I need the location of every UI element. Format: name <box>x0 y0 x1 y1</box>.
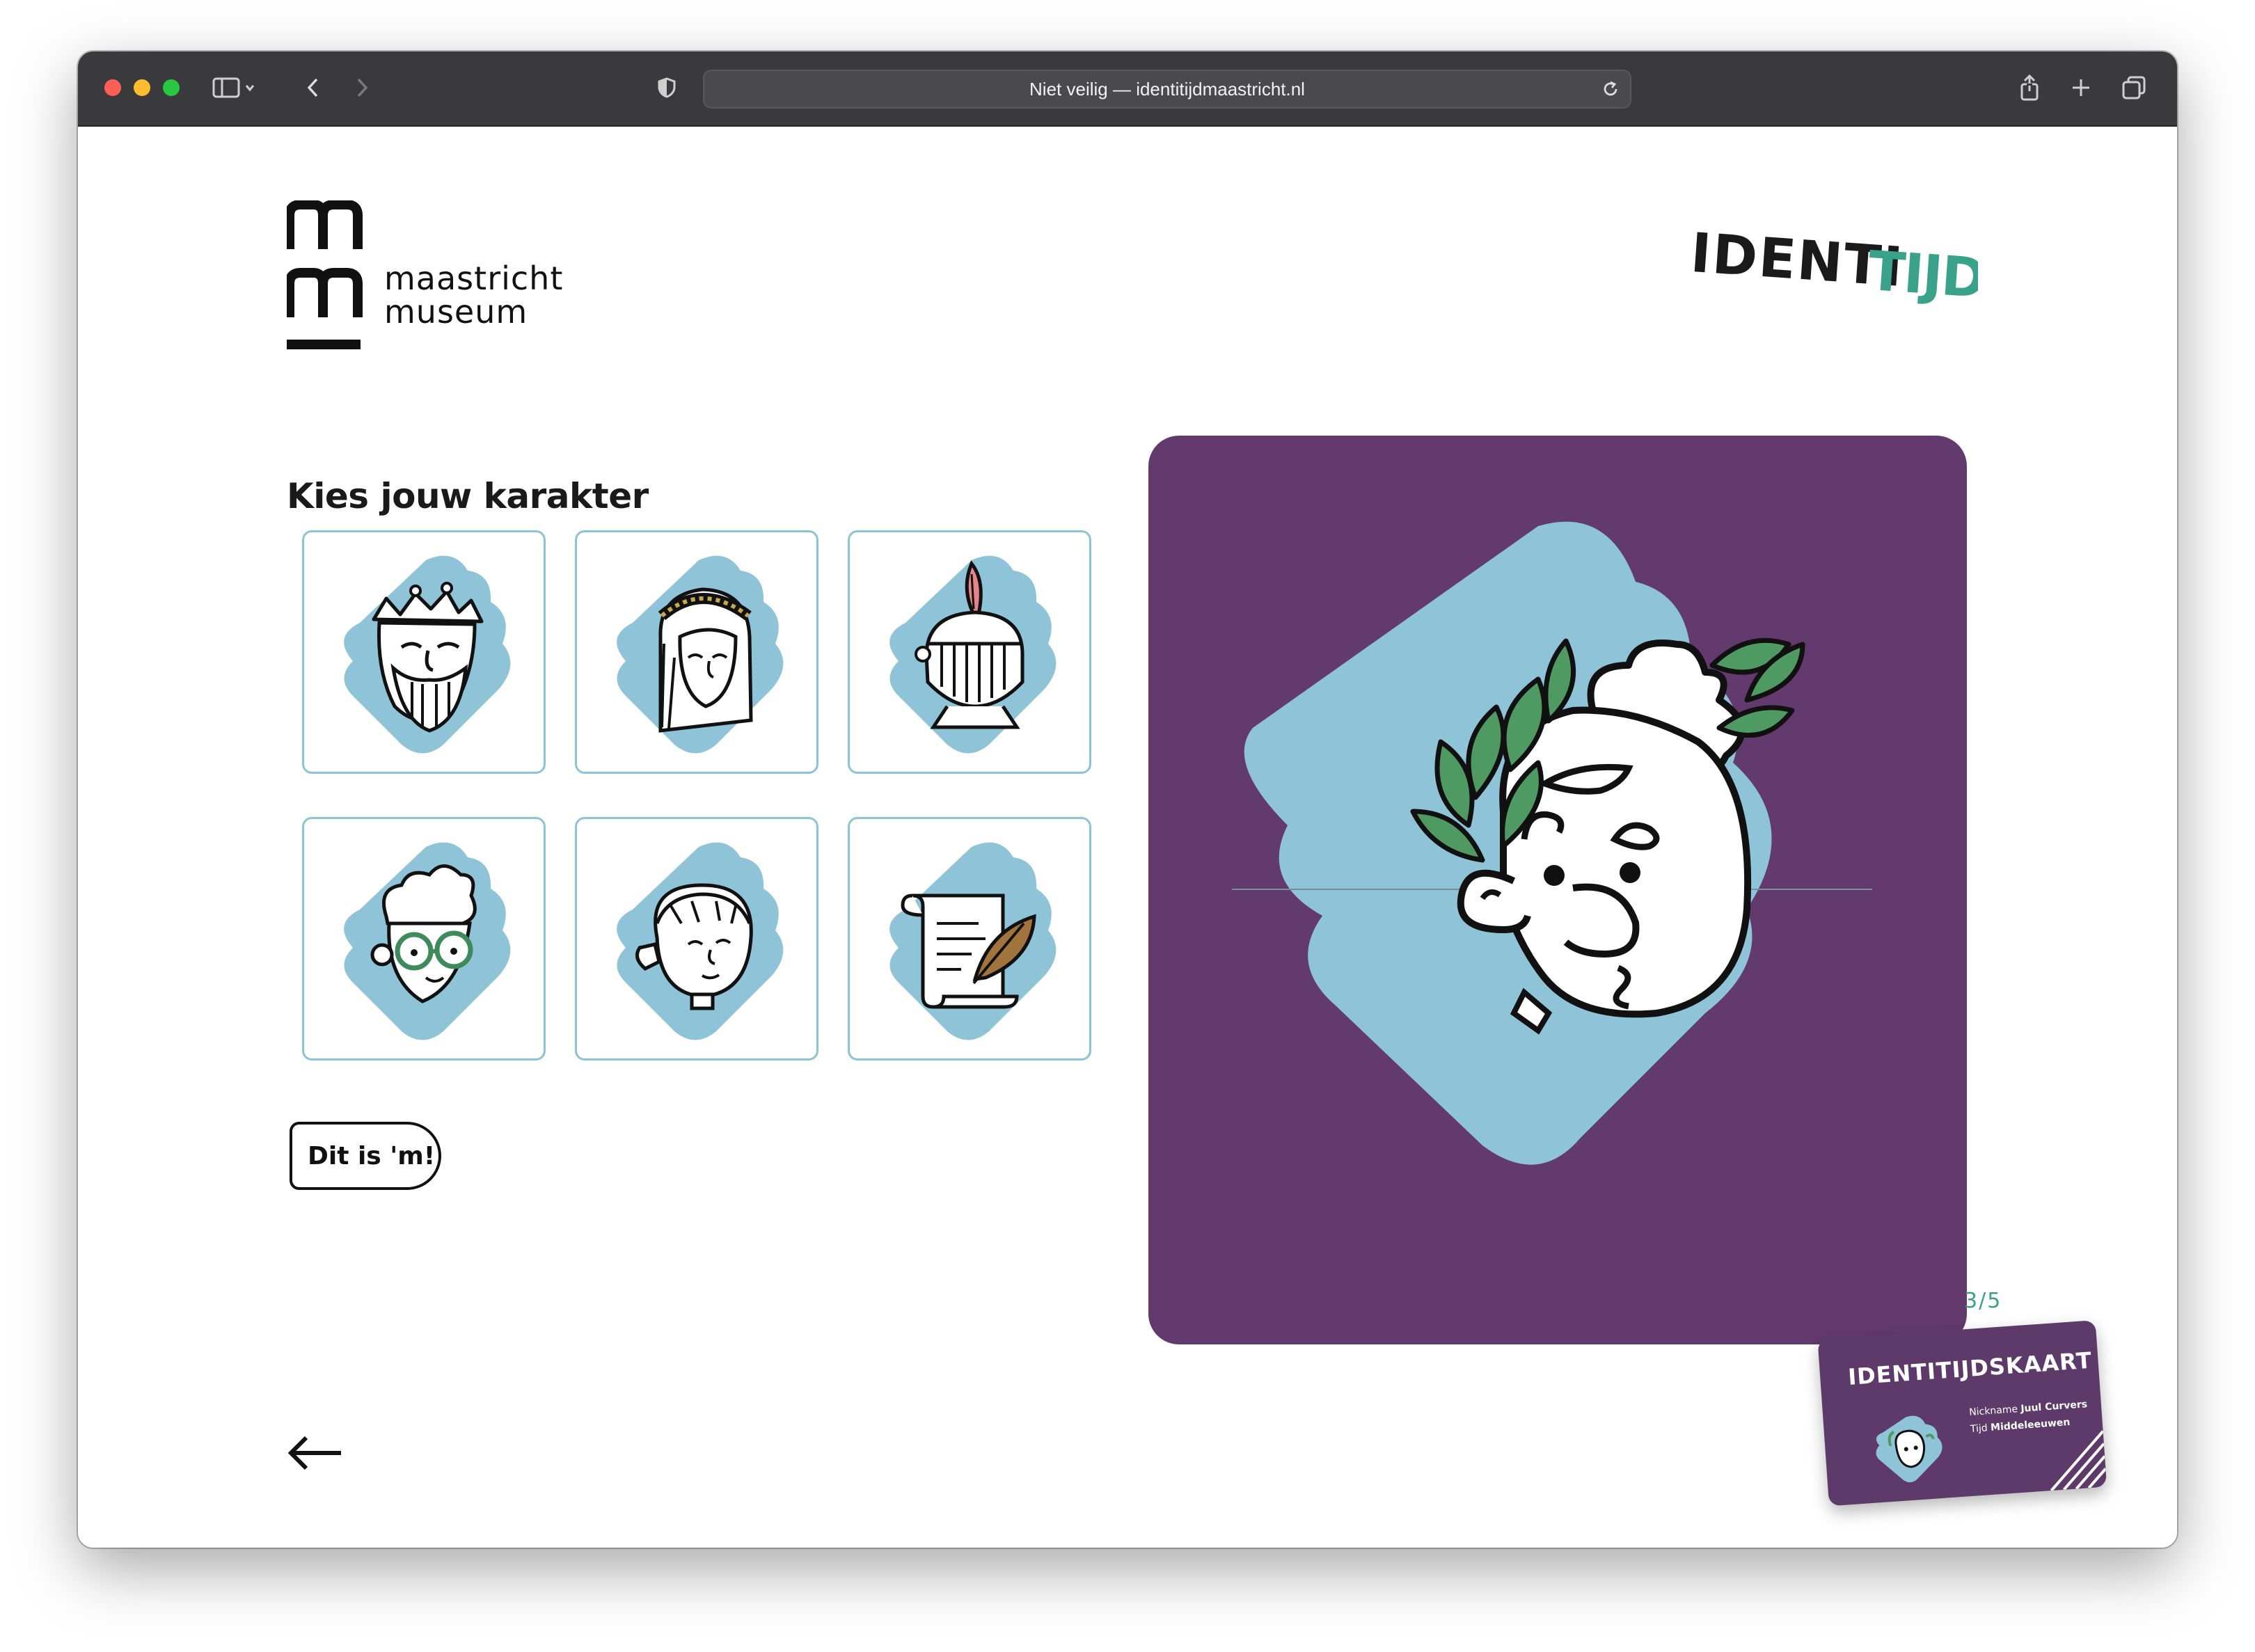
king-icon <box>344 555 511 754</box>
laurel-emperor-icon <box>1232 521 1872 1165</box>
sidebar-toggle-icon[interactable] <box>210 72 259 103</box>
step-counter: 3/5 <box>1964 1289 2002 1313</box>
scroll-quill-icon <box>889 842 1057 1040</box>
card-nickname-row: Nickname Juul Curvers <box>1969 1399 2088 1418</box>
zoom-window-button[interactable] <box>163 79 180 96</box>
character-tile-lady[interactable] <box>575 530 818 774</box>
card-nickname-value: Juul Curvers <box>2020 1399 2088 1415</box>
card-time-label: Tijd <box>1970 1422 1988 1435</box>
knight-helmet-icon <box>889 555 1057 754</box>
card-title: IDENTITIJDSKAART <box>1846 1347 2094 1390</box>
browser-window: Niet veilig — identitijdmaastricht.nl ma… <box>78 51 2177 1548</box>
identity-card[interactable]: IDENTITIJDSKAART Nickname Juul Curvers T… <box>1817 1319 2121 1520</box>
identity-card-face: IDENTITIJDSKAART Nickname Juul Curvers T… <box>1817 1320 2107 1507</box>
confirm-character-button[interactable]: Dit is 'm! <box>290 1122 441 1190</box>
back-arrow-icon[interactable] <box>285 1432 344 1477</box>
privacy-shield-icon[interactable] <box>653 72 681 103</box>
close-window-button[interactable] <box>104 79 121 96</box>
browser-toolbar: Niet veilig — identitijdmaastricht.nl <box>78 51 2177 127</box>
card-nickname-label: Nickname <box>1968 1404 2018 1419</box>
new-tab-icon[interactable] <box>2067 72 2095 103</box>
identitijd-logo[interactable]: IDENTI TIJD <box>1686 222 1987 324</box>
logo-line-2: museum <box>384 293 528 331</box>
page-content: maastricht museum IDENTI TIJD Kies jouw … <box>78 127 2177 1548</box>
share-icon[interactable] <box>2016 72 2043 103</box>
lady-icon <box>617 555 784 754</box>
character-tile-child[interactable] <box>575 817 818 1061</box>
tab-overview-icon[interactable] <box>2119 72 2149 103</box>
forward-nav-icon[interactable] <box>348 72 376 103</box>
logo-line-1: maastricht <box>384 260 564 297</box>
character-tile-king[interactable] <box>302 530 546 774</box>
character-tile-scholar[interactable] <box>302 817 546 1061</box>
minimize-window-button[interactable] <box>134 79 150 96</box>
museum-logo-mark[interactable] <box>285 200 363 356</box>
card-stripes-decoration <box>2050 1430 2107 1492</box>
address-bar[interactable]: Niet veilig — identitijdmaastricht.nl <box>703 70 1631 109</box>
card-avatar-icon <box>1876 1415 1943 1483</box>
character-tile-scribe[interactable] <box>848 817 1091 1061</box>
reload-icon[interactable] <box>1601 79 1620 102</box>
address-text: Niet veilig — identitijdmaastricht.nl <box>1029 78 1305 100</box>
page-title: Kies jouw karakter <box>287 476 649 516</box>
back-nav-icon[interactable] <box>299 72 327 103</box>
museum-logo-text: maastricht museum <box>384 262 563 328</box>
brand-word-teal: TIJD <box>1866 240 1978 310</box>
child-icon <box>617 842 784 1040</box>
character-tile-knight[interactable] <box>848 530 1091 774</box>
character-preview <box>1148 436 1967 1344</box>
scholar-glasses-icon <box>344 842 511 1040</box>
